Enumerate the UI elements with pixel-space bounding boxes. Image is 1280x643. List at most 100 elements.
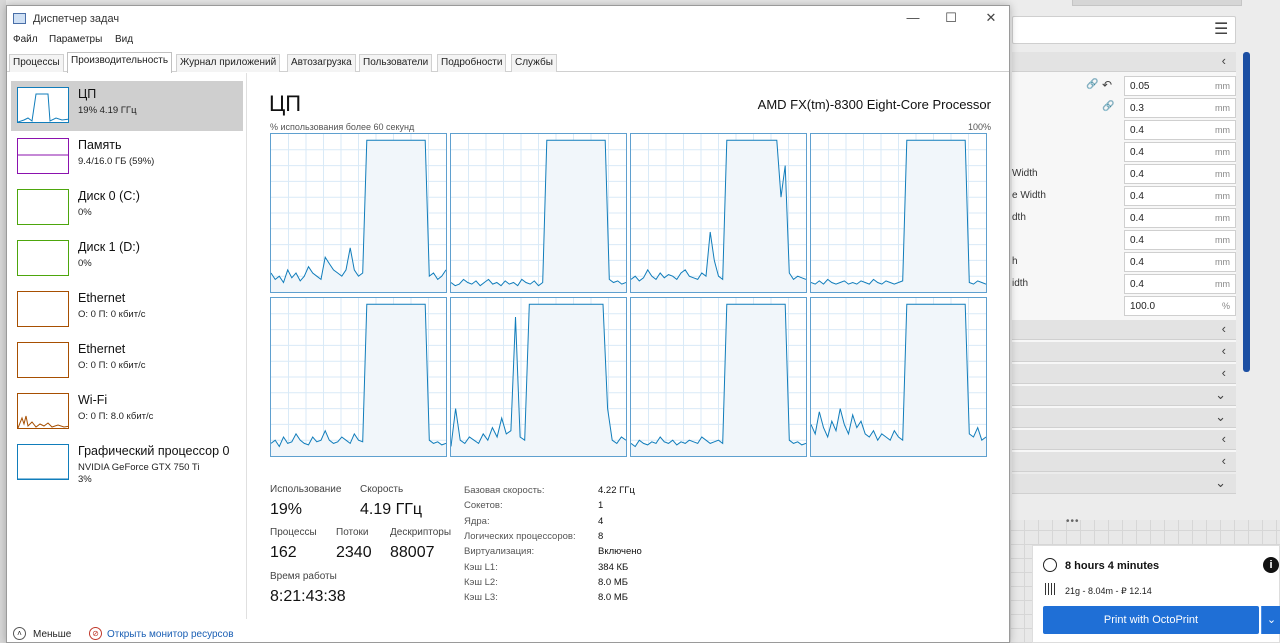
- setting-input[interactable]: 0.4 mm: [1124, 252, 1236, 272]
- setting-unit: mm: [1215, 191, 1230, 201]
- setting-row: Width 0.4 mm: [1012, 164, 1236, 186]
- close-button[interactable]: ✕: [973, 10, 1009, 30]
- menu-options[interactable]: Параметры: [49, 34, 102, 45]
- setting-input[interactable]: 0.4 mm: [1124, 208, 1236, 228]
- tab-app-history[interactable]: Журнал приложений: [176, 54, 281, 72]
- setting-input[interactable]: 100.0%: [1124, 296, 1236, 316]
- settings-section-header[interactable]: ‹: [1012, 342, 1236, 362]
- setting-unit: mm: [1215, 81, 1230, 91]
- setting-input[interactable]: 0.4 mm: [1124, 186, 1236, 206]
- reset-icon[interactable]: ↶: [1102, 78, 1112, 92]
- tab-processes[interactable]: Процессы: [9, 54, 64, 72]
- resource-thumbnail: [17, 189, 69, 225]
- threads-label: Потоки: [336, 527, 369, 538]
- setting-input[interactable]: 0.4 mm: [1124, 120, 1236, 140]
- resource-item[interactable]: Ethernet О: 0 П: 0 кбит/с: [11, 336, 243, 386]
- cpu-core-graph: [630, 133, 807, 293]
- menu-view[interactable]: Вид: [115, 34, 133, 45]
- setting-unit: mm: [1215, 147, 1230, 157]
- fewer-details-link[interactable]: Меньше: [33, 629, 71, 640]
- panel-resize-handle[interactable]: •••: [1066, 516, 1080, 527]
- slicer-top-tab: [1072, 0, 1242, 6]
- chevron-left-icon: ‹: [1221, 343, 1226, 358]
- threads-value: 2340: [336, 544, 372, 561]
- resource-item[interactable]: Память 9.4/16.0 ГБ (59%): [11, 132, 243, 182]
- setting-row: 0.4 mm: [1012, 142, 1236, 164]
- cpu-core-graphs: [270, 133, 990, 463]
- menu-file[interactable]: Файл: [13, 34, 38, 45]
- tab-users[interactable]: Пользователи: [359, 54, 433, 72]
- resource-detail: 19% 4.19 ГГц: [78, 105, 137, 116]
- link-icon[interactable]: 🔗: [1086, 79, 1098, 90]
- info-value: 1: [598, 500, 604, 512]
- resource-item[interactable]: Wi-Fi О: 0 П: 8.0 кбит/с: [11, 387, 243, 437]
- info-icon[interactable]: i: [1263, 557, 1279, 573]
- settings-section-header[interactable]: ‹: [1012, 364, 1236, 384]
- resource-list: ЦП 19% 4.19 ГГц Память 9.4/16.0 ГБ (59%) Дис…: [7, 73, 247, 619]
- setting-row: 0.3 mm: [1012, 98, 1236, 120]
- title-bar[interactable]: Диспетчер задач — ☐ ✕: [7, 6, 1009, 32]
- settings-section-header[interactable]: ‹: [1012, 320, 1236, 340]
- minimize-button[interactable]: —: [895, 10, 931, 30]
- cpu-core-graph: [630, 297, 807, 457]
- info-value: 384 КБ: [598, 561, 629, 573]
- settings-scrollbar[interactable]: [1243, 52, 1250, 372]
- tab-performance[interactable]: Производительность: [67, 52, 173, 73]
- setting-label: dth: [1012, 212, 1026, 223]
- link-icon[interactable]: 🔗: [1102, 101, 1114, 112]
- setting-input[interactable]: 0.05 mm: [1124, 76, 1236, 96]
- settings-section-header[interactable]: ⌄: [1012, 408, 1236, 428]
- window-title: Диспетчер задач: [33, 13, 120, 25]
- resource-item[interactable]: ЦП 19% 4.19 ГГц: [11, 81, 243, 131]
- setting-input[interactable]: 0.3 mm: [1124, 98, 1236, 118]
- settings-section-header[interactable]: ⌄: [1012, 474, 1236, 494]
- tab-details[interactable]: Подробности: [437, 54, 507, 72]
- setting-value: 0.4: [1130, 147, 1144, 158]
- info-label: Базовая скорость:: [464, 485, 545, 496]
- resource-item[interactable]: Диск 1 (D:) 0%: [11, 234, 243, 284]
- hamburger-menu-icon[interactable]: ☰: [1214, 19, 1234, 39]
- chevron-left-icon: ‹: [1221, 53, 1226, 68]
- task-manager-icon: [13, 13, 26, 24]
- settings-section-header[interactable]: ‹: [1012, 430, 1236, 450]
- settings-section-header[interactable]: ⌄: [1012, 386, 1236, 406]
- info-label: Виртуализация:: [464, 546, 535, 558]
- settings-section-header[interactable]: ‹: [1012, 452, 1236, 472]
- setting-value: 0.4: [1130, 169, 1144, 180]
- setting-row: h 0.4 mm: [1012, 252, 1236, 274]
- print-options-dropdown[interactable]: ⌄: [1261, 606, 1280, 634]
- slicer-settings-search[interactable]: [1012, 16, 1236, 44]
- setting-input[interactable]: 0.4 mm: [1124, 142, 1236, 162]
- usage-value: 19%: [270, 501, 303, 518]
- setting-input[interactable]: 0.4 mm: [1124, 164, 1236, 184]
- setting-row: 0.4 mm: [1012, 120, 1236, 142]
- chevron-down-icon: ⌄: [1215, 409, 1226, 424]
- print-with-octoprint-button[interactable]: Print with OctoPrint: [1043, 606, 1259, 634]
- performance-pane: ЦП AMD FX(tm)-8300 Eight-Core Processor …: [255, 73, 1005, 619]
- resource-detail-2: 3%: [78, 474, 92, 485]
- processes-value: 162: [270, 544, 297, 561]
- setting-unit: mm: [1215, 213, 1230, 223]
- setting-value: 100.0: [1130, 301, 1156, 312]
- tab-startup[interactable]: Автозагрузка: [287, 54, 356, 72]
- resource-item[interactable]: Ethernet О: 0 П: 0 кбит/с: [11, 285, 243, 335]
- resource-detail: NVIDIA GeForce GTX 750 Ti: [78, 462, 200, 473]
- settings-section-header[interactable]: ‹: [1012, 52, 1236, 72]
- info-label: Кэш L2:: [464, 576, 498, 588]
- open-resource-monitor-link[interactable]: Открыть монитор ресурсов: [107, 629, 234, 640]
- handles-value: 88007: [390, 544, 435, 561]
- setting-input[interactable]: 0.4 mm: [1124, 274, 1236, 294]
- info-label: Сокетов:: [464, 500, 503, 512]
- setting-unit: mm: [1215, 125, 1230, 135]
- chevron-up-icon[interactable]: ˄: [13, 627, 26, 640]
- resource-detail: О: 0 П: 0 кбит/с: [78, 309, 146, 320]
- tab-services[interactable]: Службы: [511, 54, 557, 72]
- maximize-button[interactable]: ☐: [933, 10, 969, 30]
- resource-item[interactable]: Диск 0 (C:) 0%: [11, 183, 243, 233]
- setting-label: Width: [1012, 168, 1038, 179]
- setting-input[interactable]: 0.4 mm: [1124, 230, 1236, 250]
- resource-item[interactable]: Графический процессор 0 NVIDIA GeForce GT…: [11, 438, 243, 488]
- page-title: ЦП: [269, 91, 302, 116]
- clock-icon: [1043, 558, 1057, 572]
- print-time: 8 hours 4 minutes: [1065, 560, 1160, 572]
